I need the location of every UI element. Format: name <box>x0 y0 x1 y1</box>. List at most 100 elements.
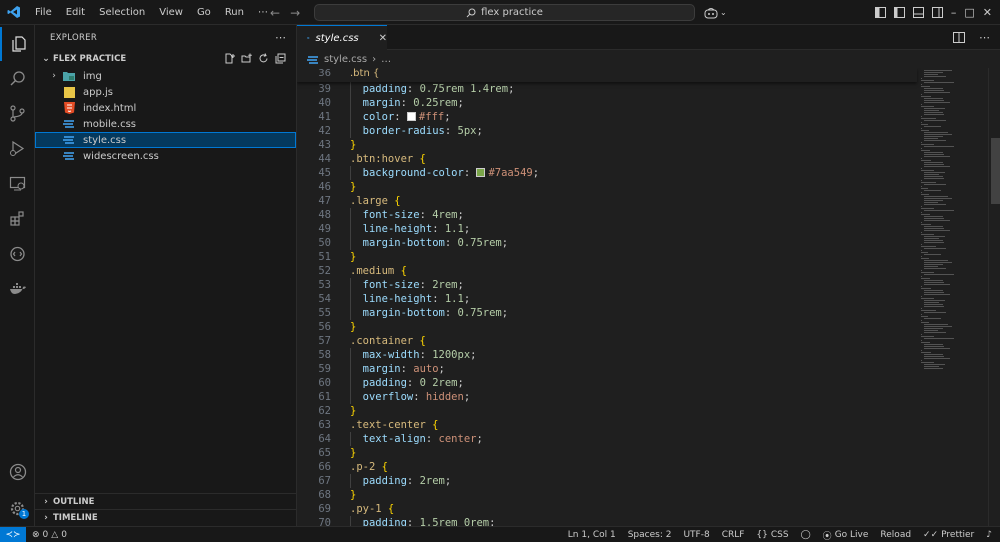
vertical-scrollbar[interactable] <box>988 68 1000 526</box>
code-line[interactable]: 67 padding: 2rem; <box>297 474 917 488</box>
code-line[interactable]: 60 padding: 0 2rem; <box>297 376 917 390</box>
code-line[interactable]: 64 text-align: center; <box>297 432 917 446</box>
toggle-secondary-sidebar-icon[interactable] <box>931 7 943 18</box>
code-line[interactable]: 66 .p-2 { <box>297 460 917 474</box>
minimap-line <box>921 224 931 225</box>
remote-indicator[interactable]: ≺≻ <box>0 526 26 542</box>
forward-arrow-icon[interactable]: → <box>290 6 300 20</box>
code-line[interactable]: 68} <box>297 488 917 502</box>
problems-indicator[interactable]: ⊗ 0 △ 0 <box>26 530 67 540</box>
code-line[interactable]: 57 .container { <box>297 334 917 348</box>
tree-file-widescreen-css[interactable]: widescreen.css <box>35 148 296 164</box>
copilot-button[interactable]: ⌄ <box>704 0 727 25</box>
code-line[interactable]: 52 .medium { <box>297 264 917 278</box>
refresh-icon[interactable] <box>258 53 269 64</box>
code-line[interactable]: 62} <box>297 404 917 418</box>
code-line[interactable]: 46} <box>297 180 917 194</box>
search-activity[interactable] <box>0 61 35 95</box>
breadcrumb-symbol[interactable]: … <box>381 54 391 65</box>
code-line[interactable]: 44 .btn:hover { <box>297 152 917 166</box>
code-line[interactable]: 39 padding: 0.75rem 1.4rem; <box>297 82 917 96</box>
new-file-icon[interactable] <box>224 53 235 64</box>
code-line[interactable]: 48 font-size: 4rem; <box>297 208 917 222</box>
minimap[interactable] <box>920 68 988 526</box>
outline-section-header[interactable]: › OUTLINE <box>35 493 297 509</box>
remote-explorer-activity[interactable] <box>0 166 35 200</box>
tree-file-mobile-css[interactable]: mobile.css <box>35 116 296 132</box>
extensions-activity[interactable] <box>0 201 35 235</box>
go-live-button[interactable]: ⦿ Go Live <box>823 529 869 542</box>
menu-view[interactable]: View <box>152 0 190 25</box>
split-editor-icon[interactable] <box>953 32 965 43</box>
customize-layout-icon[interactable] <box>874 7 886 18</box>
code-line[interactable]: 55 margin-bottom: 0.75rem; <box>297 306 917 320</box>
code-line[interactable]: 61 overflow: hidden; <box>297 390 917 404</box>
source-control-activity[interactable] <box>0 96 35 130</box>
tree-file-index-html[interactable]: index.html <box>35 100 296 116</box>
close-icon[interactable]: ✕ <box>379 33 387 44</box>
menu-selection[interactable]: Selection <box>92 0 152 25</box>
docker-activity[interactable] <box>0 272 35 306</box>
prettier-status[interactable]: ✓✓ Prettier <box>923 530 974 540</box>
cursor-position[interactable]: Ln 1, Col 1 <box>568 530 616 540</box>
tree-file-app-js[interactable]: app.js <box>35 84 296 100</box>
code-line[interactable]: 42 border-radius: 5px; <box>297 124 917 138</box>
toggle-panel-icon[interactable] <box>912 7 924 18</box>
code-line[interactable]: 43} <box>297 138 917 152</box>
menu-file[interactable]: File <box>28 0 59 25</box>
code-line[interactable]: 65} <box>297 446 917 460</box>
command-center-search[interactable]: flex practice <box>314 4 695 21</box>
code-line[interactable]: 45 background-color: #7aa549; <box>297 166 917 180</box>
new-folder-icon[interactable] <box>241 53 252 64</box>
code-editor[interactable]: 36 .btn { 39 padding: 0.75rem 1.4rem; 40 … <box>297 68 1000 526</box>
scrollbar-thumb[interactable] <box>991 138 1000 204</box>
code-line[interactable]: 56} <box>297 320 917 334</box>
back-arrow-icon[interactable]: ← <box>270 6 280 20</box>
collapse-all-icon[interactable] <box>275 53 286 64</box>
color-swatch[interactable] <box>406 112 416 121</box>
more-actions-icon[interactable]: ⋯ <box>275 31 286 44</box>
color-swatch[interactable] <box>476 168 486 177</box>
menu-go[interactable]: Go <box>190 0 218 25</box>
encoding[interactable]: UTF-8 <box>683 530 709 540</box>
code-line[interactable]: 53 font-size: 2rem; <box>297 278 917 292</box>
code-line[interactable]: 50 margin-bottom: 0.75rem; <box>297 236 917 250</box>
run-debug-activity[interactable] <box>0 131 35 165</box>
workspace-folder-label: FLEX PRACTICE <box>53 54 127 64</box>
more-actions-icon[interactable]: ⋯ <box>979 31 990 44</box>
tab-style-css[interactable]: style.css ✕ <box>297 25 387 50</box>
minimap-line <box>921 352 931 353</box>
close-window-icon[interactable]: ✕ <box>983 6 992 19</box>
language-mode[interactable]: {} CSS <box>756 530 788 540</box>
code-line[interactable]: 41 color: #fff; <box>297 110 917 124</box>
code-line[interactable]: 49 line-height: 1.1; <box>297 222 917 236</box>
code-line[interactable]: 58 max-width: 1200px; <box>297 348 917 362</box>
explorer-activity[interactable] <box>0 27 35 61</box>
tree-folder-img[interactable]: › img <box>35 68 296 84</box>
code-line[interactable]: 51} <box>297 250 917 264</box>
manage-activity[interactable]: 1 <box>0 491 35 525</box>
code-line[interactable]: 40 margin: 0.25rem; <box>297 96 917 110</box>
live-share-activity[interactable] <box>0 237 35 271</box>
code-line[interactable]: 70 padding: 1.5rem 0rem; <box>297 516 917 526</box>
code-line[interactable]: 54 line-height: 1.1; <box>297 292 917 306</box>
minimize-icon[interactable]: – <box>951 6 957 19</box>
end-of-line[interactable]: CRLF <box>722 530 745 540</box>
sticky-scroll-line[interactable]: 36 .btn { <box>297 68 917 82</box>
menu-edit[interactable]: Edit <box>59 0 92 25</box>
accounts-activity[interactable] <box>0 455 35 489</box>
maximize-icon[interactable]: □ <box>964 6 974 19</box>
toggle-primary-sidebar-icon[interactable] <box>893 7 905 18</box>
code-line[interactable]: 59 margin: auto; <box>297 362 917 376</box>
menu-run[interactable]: Run <box>218 0 251 25</box>
reload-button[interactable]: Reload <box>880 530 911 540</box>
code-line[interactable]: 47 .large { <box>297 194 917 208</box>
indentation[interactable]: Spaces: 2 <box>628 530 672 540</box>
notifications-bell[interactable]: ♪ <box>986 530 992 540</box>
code-line[interactable]: 69 .py-1 { <box>297 502 917 516</box>
code-line[interactable]: 63 .text-center { <box>297 418 917 432</box>
tree-file-style-css[interactable]: style.css <box>35 132 296 148</box>
copilot-status[interactable]: ◯ <box>801 530 811 540</box>
breadcrumb-file[interactable]: style.css <box>324 54 367 65</box>
timeline-section-header[interactable]: › TIMELINE <box>35 509 297 525</box>
